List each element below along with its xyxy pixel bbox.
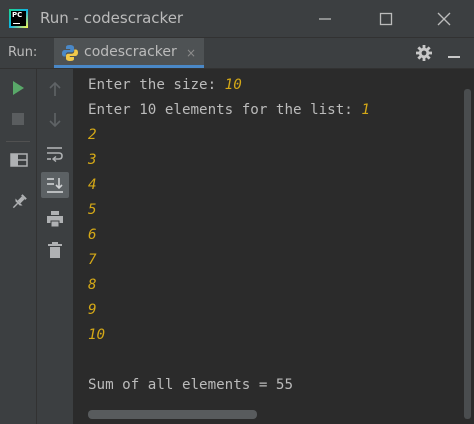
- trash-icon[interactable]: [47, 241, 63, 259]
- minimize-window-button[interactable]: [305, 0, 345, 37]
- console-user-input: 9: [88, 302, 97, 318]
- console-line: 7: [88, 252, 97, 268]
- console-line: 4: [88, 177, 97, 193]
- restore-layout-icon[interactable]: [10, 152, 28, 168]
- console-line: 5: [88, 202, 97, 218]
- console-user-input: 10: [88, 327, 106, 343]
- console-output[interactable]: Enter the size: 10 Enter 10 elements for …: [74, 69, 460, 424]
- console-line: Enter 10 elements for the list: 1: [88, 102, 370, 118]
- run-tab-label: codescracker: [84, 44, 177, 60]
- run-toolwindow-header: Run: codescracker ×: [0, 38, 474, 69]
- toolbar-divider: [6, 141, 30, 142]
- console-line: 2: [88, 127, 97, 143]
- console-user-input: 4: [88, 177, 97, 193]
- window-title: Run - codescracker: [40, 9, 184, 27]
- console-prompt-text: Sum of all elements = 55: [88, 377, 293, 393]
- run-label: Run:: [8, 45, 38, 60]
- console-prompt-text: Enter the size:: [88, 77, 225, 93]
- minimize-icon: [319, 18, 331, 20]
- console-line: 8: [88, 277, 97, 293]
- console-user-input: 7: [88, 252, 97, 268]
- run-tab-codescracker[interactable]: codescracker ×: [54, 38, 204, 68]
- arrow-down-icon[interactable]: [47, 111, 63, 129]
- run-actions-toolbar: [0, 69, 37, 424]
- console-line: 9: [88, 302, 97, 318]
- console-line: 3: [88, 152, 97, 168]
- console-user-input: 8: [88, 277, 97, 293]
- gear-icon[interactable]: [414, 43, 434, 63]
- python-icon: [62, 45, 78, 61]
- console-line: 10: [88, 327, 105, 343]
- scroll-to-end-icon[interactable]: [46, 176, 64, 194]
- window-titlebar: PC Run - codescracker: [0, 0, 474, 38]
- vertical-scrollbar-thumb[interactable]: [464, 89, 471, 419]
- print-icon[interactable]: [46, 210, 64, 228]
- console-user-input: 10: [224, 77, 242, 93]
- console-actions-toolbar: [37, 69, 74, 424]
- horizontal-scrollbar-thumb[interactable]: [88, 410, 257, 419]
- console-user-input: 6: [88, 227, 97, 243]
- maximize-window-button[interactable]: [366, 0, 406, 37]
- console-line: Enter the size: 10: [88, 77, 242, 93]
- pin-icon[interactable]: [10, 193, 28, 211]
- pycharm-logo-icon: PC: [9, 9, 28, 28]
- console-user-input: 1: [361, 102, 370, 118]
- console-user-input: 2: [88, 127, 97, 143]
- console-prompt-text: Enter 10 elements for the list:: [88, 102, 362, 118]
- soft-wrap-icon[interactable]: [46, 146, 64, 162]
- console-user-input: 3: [88, 152, 97, 168]
- vertical-scrollbar[interactable]: [461, 69, 474, 424]
- close-tab-icon[interactable]: ×: [186, 46, 196, 60]
- console-user-input: 5: [88, 202, 97, 218]
- rerun-icon[interactable]: [10, 80, 26, 96]
- hide-panel-icon[interactable]: [444, 43, 464, 63]
- console-line: 6: [88, 227, 97, 243]
- close-icon: [437, 12, 451, 26]
- close-window-button[interactable]: [424, 0, 464, 37]
- console-line: Sum of all elements = 55: [88, 377, 293, 393]
- active-tab-indicator: [54, 65, 204, 68]
- arrow-up-icon[interactable]: [47, 80, 63, 98]
- maximize-icon: [379, 12, 393, 26]
- stop-icon[interactable]: [11, 112, 25, 126]
